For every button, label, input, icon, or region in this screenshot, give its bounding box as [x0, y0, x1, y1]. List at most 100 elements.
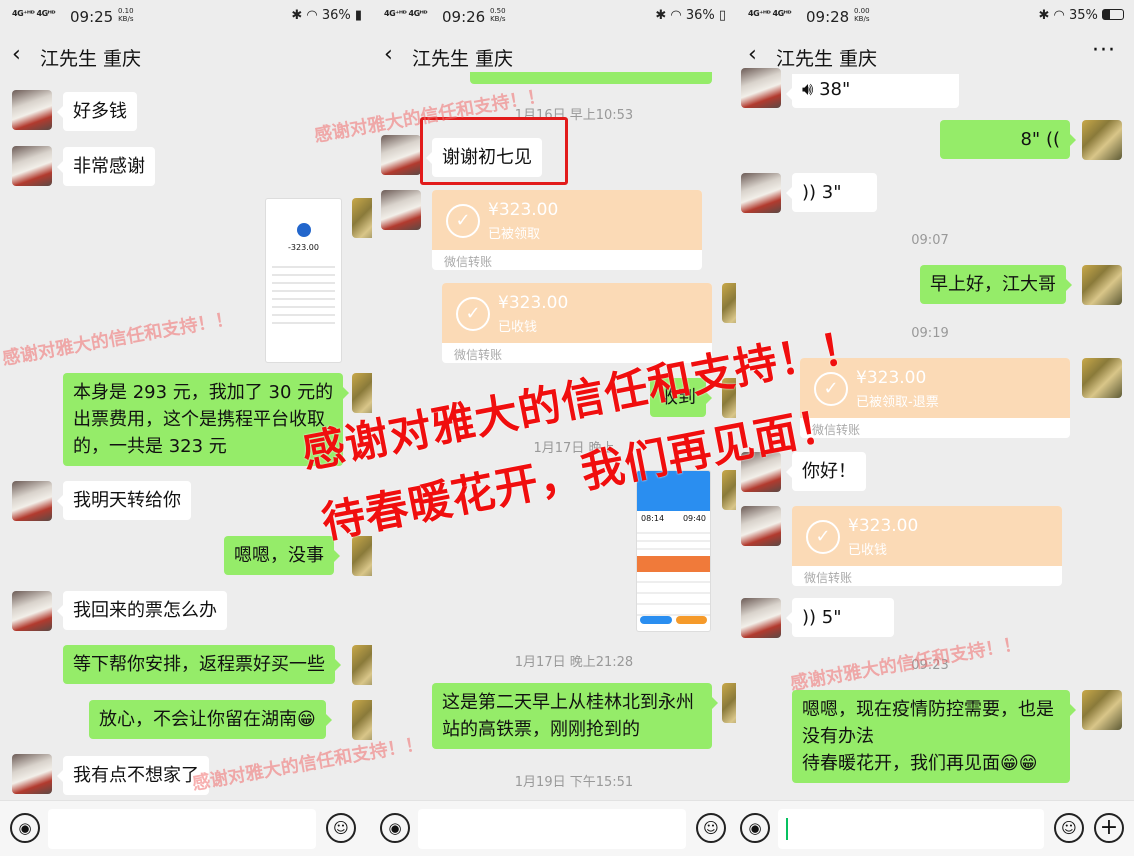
chat-title: 江先生 重庆 [776, 48, 878, 70]
voice-duration: 5" [821, 607, 842, 628]
ticket-options [637, 572, 710, 616]
chat-title: 江先生 重庆 [412, 48, 514, 70]
contact-avatar[interactable] [741, 598, 781, 638]
message-bubble[interactable]: 早上好，江大哥 [920, 265, 1072, 304]
transfer-amount: ¥323.00 [848, 516, 919, 536]
voice-icon[interactable]: ◉ [10, 813, 40, 843]
my-avatar[interactable] [1082, 358, 1122, 398]
message-bubble[interactable]: 我有点不想家了 [57, 756, 209, 795]
ticket-screenshot[interactable]: 08:14 09:40 [636, 470, 711, 632]
message-bubble[interactable]: 嗯嗯，没事 [224, 536, 340, 575]
voice-message[interactable]: 8" (( [940, 120, 1076, 159]
message-input[interactable] [778, 809, 1044, 849]
voice-wave-icon: )) [802, 607, 822, 628]
message-bubble[interactable]: 放心，不会让你留在湖南😁 [89, 700, 332, 739]
emoji-icon[interactable]: ☺ [1054, 813, 1084, 843]
my-avatar[interactable] [352, 645, 372, 685]
speed-value: 0.10 [118, 7, 134, 15]
more-icon[interactable]: ··· [1092, 38, 1116, 63]
emoji-icon[interactable]: ☺ [696, 813, 726, 843]
plus-icon[interactable]: + [1094, 813, 1124, 843]
input-bar: ◉ ☺ [0, 800, 372, 856]
voice-wave-icon: )) [802, 182, 822, 203]
my-avatar[interactable] [352, 198, 372, 238]
message-line: 出票费用，这个是携程平台收取 [73, 409, 325, 430]
contact-avatar[interactable] [12, 146, 52, 186]
voice-icon[interactable]: ◉ [380, 813, 410, 843]
voice-message[interactable]: 🔊︎ 38" [786, 74, 959, 108]
contact-avatar[interactable] [12, 90, 52, 130]
voice-wave-icon: (( [1040, 129, 1060, 150]
timestamp: 09:07 [911, 233, 949, 248]
battery-text: ✱ ◠ 35% [1038, 8, 1098, 23]
ticket-times: 08:14 09:40 [637, 511, 710, 526]
transfer-status: 已被领取-退票 [856, 395, 939, 410]
message-input[interactable] [48, 809, 316, 849]
message-bubble[interactable]: 等下帮你安排，返程票好买一些 [63, 645, 341, 684]
input-bar: ◉ ☺ [372, 800, 736, 856]
speed-value: 0.50 [490, 7, 506, 15]
contact-avatar[interactable] [12, 481, 52, 521]
chat-header: ‹ 江先生 重庆 ··· [736, 34, 1134, 78]
message-line: 站的高铁票，刚刚抢到的 [442, 719, 640, 740]
speed-value: 0.00 [854, 7, 870, 15]
contact-avatar[interactable] [12, 754, 52, 794]
input-bar: ◉ ☺ + [736, 800, 1134, 856]
my-avatar[interactable] [722, 283, 736, 323]
battery-status: ✱ ◠ 35% [1038, 8, 1124, 23]
emoji-icon[interactable]: ☺ [326, 813, 356, 843]
voice-duration: 3" [821, 182, 842, 203]
back-icon[interactable]: ‹ [384, 42, 393, 67]
back-icon[interactable]: ‹ [748, 42, 757, 67]
text-cursor [786, 818, 788, 840]
my-avatar[interactable] [722, 683, 736, 723]
my-avatar[interactable] [1082, 120, 1122, 160]
contact-avatar[interactable] [741, 506, 781, 546]
receipt-details [272, 260, 335, 330]
speed-unit: KB/s [118, 15, 134, 23]
message-bubble[interactable]: 非常感谢 [57, 147, 155, 186]
my-avatar[interactable] [352, 700, 372, 740]
contact-avatar[interactable] [381, 135, 421, 175]
ticket-button [640, 616, 672, 624]
contact-avatar[interactable] [381, 190, 421, 230]
speed-unit: KB/s [854, 15, 870, 23]
net-speed: 0.10 KB/s [118, 7, 134, 23]
ticket-banner [637, 556, 710, 572]
check-icon: ✓ [446, 204, 480, 238]
voice-duration: 8" [1020, 129, 1041, 150]
message-bubble[interactable]: 我回来的票怎么办 [57, 591, 227, 630]
contact-avatar[interactable] [12, 591, 52, 631]
battery-status: ✱ ◠ 36% ▯ [655, 8, 726, 23]
transfer-footer: 微信转账 [444, 255, 493, 269]
chat-header: ‹ 江先生 重庆 [0, 34, 372, 78]
voice-icon[interactable]: ◉ [740, 813, 770, 843]
highlight-box [420, 117, 568, 185]
transfer-card[interactable]: ✓ ¥323.00 已收钱 微信转账 [792, 506, 1062, 586]
my-avatar[interactable] [1082, 265, 1122, 305]
signal-icon: 4G⁺ᴴᴰ 4Gᴴᴰ [384, 9, 428, 18]
voice-message[interactable]: )) 5" [786, 598, 894, 637]
message-bubble[interactable]: 嗯嗯，现在疫情防控需要，也是 没有办法 待春暖花开，我们再见面😁😁 [792, 690, 1076, 783]
status-bar: 4G⁺ᴴᴰ 4Gᴴᴰ 09:28 0.00 KB/s ✱ ◠ 35% [736, 0, 1134, 34]
my-avatar[interactable] [722, 470, 736, 510]
message-input[interactable] [418, 809, 686, 849]
message-line: 嗯嗯，现在疫情防控需要，也是 [802, 699, 1054, 720]
receipt-image[interactable]: -323.00 [265, 198, 342, 363]
contact-avatar[interactable] [741, 68, 781, 108]
back-icon[interactable]: ‹ [12, 42, 21, 67]
voice-message[interactable]: )) 3" [786, 173, 877, 212]
battery-icon [1102, 9, 1124, 20]
my-avatar[interactable] [1082, 690, 1122, 730]
ticket-button [675, 616, 707, 624]
message-bubble[interactable]: 我明天转给你 [57, 481, 191, 520]
transfer-footer: 微信转账 [804, 571, 853, 585]
receipt-amount: -323.00 [288, 243, 319, 252]
transfer-card[interactable]: ✓ ¥323.00 已被领取 微信转账 [432, 190, 702, 270]
chat-title: 江先生 重庆 [40, 48, 142, 70]
message-bubble[interactable]: 好多钱 [57, 92, 137, 131]
contact-avatar[interactable] [741, 173, 781, 213]
check-icon: ✓ [456, 297, 490, 331]
message-bubble[interactable]: 这是第二天早上从桂林北到永州 站的高铁票，刚刚抢到的 [432, 683, 718, 749]
clock: 09:25 [70, 8, 114, 26]
